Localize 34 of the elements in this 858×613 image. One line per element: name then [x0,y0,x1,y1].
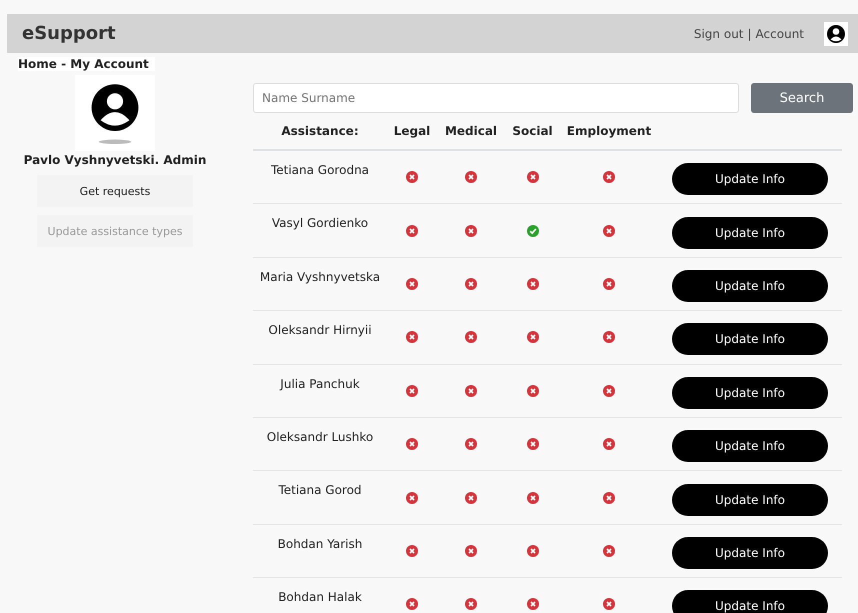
table-cell-text: Julia Panchuk [278,376,361,391]
table-cell-text: Maria Vyshnyvetska [258,268,382,284]
profile-name: Pavlo Vyshnyvetski. Admin [24,153,206,167]
brand-title: eSupport [22,23,116,44]
update-info-button[interactable]: Update Info [672,484,828,516]
search-field[interactable]: Name Surname [253,83,739,113]
account-link[interactable]: Account [756,26,804,40]
update-info-button[interactable]: Update Info [672,216,828,249]
sidebar-button[interactable]: Get requests [37,175,193,207]
column-header: Assistance: [280,124,360,138]
column-header: Social [511,124,554,138]
update-info-button[interactable]: Update Info [672,430,828,462]
update-info-button[interactable]: Update Info [672,323,828,356]
column-header: Employment [566,124,652,138]
table-cell-text: Oleksandr Lushko [266,428,374,444]
sign-out-link[interactable]: Sign out [694,26,744,40]
search-button[interactable]: Search [751,83,853,113]
table-cell-text: Bohdan Halak [277,589,363,604]
update-info-button[interactable]: Update Info [672,376,828,409]
update-info-button[interactable]: Update Info [672,270,828,302]
column-header: Legal [392,124,432,138]
update-info-button[interactable]: Update Info [672,163,828,196]
update-info-button[interactable]: Update Info [672,536,828,569]
account-avatar-icon[interactable] [824,22,848,46]
table-cell-text: Bohdan Yarish [276,536,364,551]
update-info-button[interactable]: Update Info [672,590,828,613]
breadcrumb: Home - My Account [18,57,155,71]
table-cell-text: Vasyl Gordienko [270,215,370,230]
separator: | [748,26,752,40]
column-header: Medical [444,124,498,138]
avatar-icon [75,75,155,151]
table-cell-text: Oleksandr Hirnyii [267,322,373,338]
table-cell-text: Tetiana Gorod [277,482,363,498]
table-cell-text: Tetiana Gorodna [270,162,370,177]
